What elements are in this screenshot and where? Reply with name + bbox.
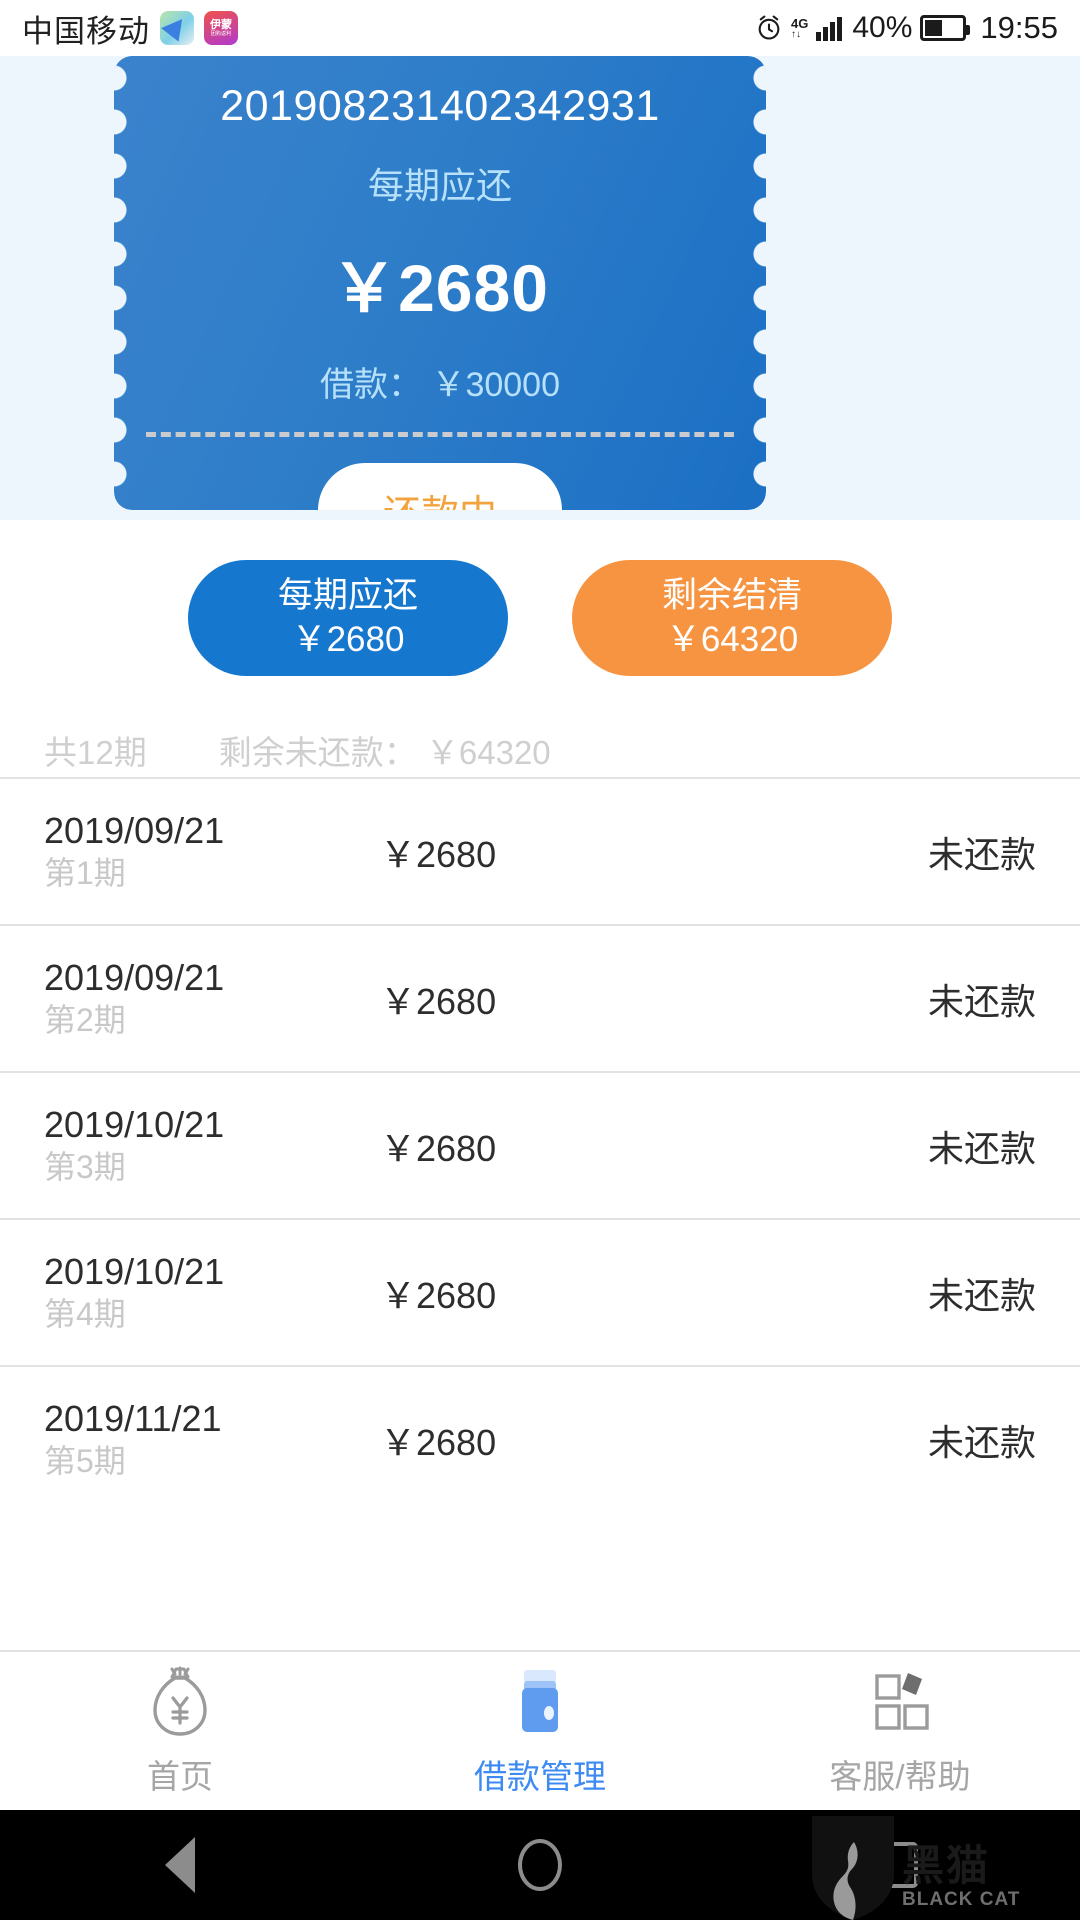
battery-icon	[920, 15, 971, 41]
table-row[interactable]: 2019/11/21 第5期 ￥2680 未还款	[0, 1365, 1080, 1512]
coupon-app-icon-bottom: 团购返利	[210, 30, 232, 37]
home-button[interactable]	[480, 1810, 600, 1920]
installment-period: 第1期	[44, 855, 126, 892]
network-type-label: 4G	[791, 15, 809, 31]
installment-date-cell: 2019/09/21 第1期	[0, 808, 380, 895]
tab-home-label: 首页	[147, 1758, 213, 1795]
tab-support-help[interactable]: 客服/帮助	[720, 1664, 1080, 1798]
coupon-app-icon: 伊蒙 团购返利	[204, 11, 238, 45]
bottom-tab-bar: 首页 借款管理 客服/帮助	[0, 1650, 1080, 1810]
installment-date-cell: 2019/09/21 第2期	[0, 955, 380, 1042]
map-app-icon	[160, 11, 194, 45]
installment-date: 2019/10/21	[44, 1251, 225, 1293]
grid-squares-icon	[875, 1673, 929, 1730]
settle-remaining-pill-label: 剩余结清	[661, 576, 802, 616]
coupon-app-icon-top: 伊蒙	[210, 18, 232, 31]
installment-date-cell: 2019/10/21 第3期	[0, 1102, 380, 1189]
installment-date: 2019/09/21	[44, 810, 225, 852]
installment-date: 2019/10/21	[44, 1104, 225, 1146]
summary-row: 共12期 剩余未还款： ￥64320	[0, 722, 1080, 777]
remaining-unpaid-label: 剩余未还款： ￥64320	[218, 733, 551, 771]
per-period-pill-label: 每期应还	[277, 576, 418, 616]
installment-amount: ￥2680	[380, 833, 497, 875]
installment-list: 2019/09/21 第1期 ￥2680 未还款 2019/09/21 第2期 …	[0, 777, 1080, 1512]
status-bar-left: 中国移动 伊蒙 团购返利	[22, 6, 238, 51]
tab-home[interactable]: 首页	[0, 1664, 360, 1798]
action-pill-row: 每期应还 ￥2680 剩余结清 ￥64320	[0, 560, 1080, 686]
ticket-card-background: 201908231402342931 每期应还 ￥2680 借款： ￥30000…	[0, 56, 1080, 557]
back-triangle-icon	[165, 1837, 195, 1893]
settle-remaining-pill-value: ￥64320	[665, 620, 799, 659]
installment-amount: ￥2680	[380, 980, 497, 1022]
clock-label: 19:55	[980, 10, 1058, 45]
tab-loan-management[interactable]: 借款管理	[360, 1664, 720, 1798]
installment-status: 未还款	[927, 1421, 1036, 1463]
back-button[interactable]	[120, 1810, 240, 1920]
installment-period: 第3期	[44, 1149, 126, 1186]
recents-square-icon	[882, 1842, 918, 1888]
installment-amount: ￥2680	[380, 1274, 497, 1316]
table-row[interactable]: 2019/10/21 第3期 ￥2680 未还款	[0, 1071, 1080, 1218]
installment-period: 第5期	[44, 1443, 126, 1480]
installment-status: 未还款	[927, 1127, 1036, 1169]
table-row[interactable]: 2019/09/21 第2期 ￥2680 未还款	[0, 924, 1080, 1071]
money-bag-icon	[153, 1666, 207, 1736]
installment-amount: ￥2680	[380, 1127, 497, 1169]
order-number: 201908231402342931	[220, 82, 660, 130]
installment-period: 第4期	[44, 1296, 126, 1333]
table-row[interactable]: 2019/09/21 第1期 ￥2680 未还款	[0, 777, 1080, 924]
carrier-label: 中国移动	[22, 13, 150, 49]
network-arrows-icon: ↑↓	[791, 28, 802, 40]
installment-date-cell: 2019/10/21 第4期	[0, 1249, 380, 1336]
per-period-label: 每期应还	[367, 165, 512, 206]
recents-button[interactable]	[840, 1810, 960, 1920]
table-row[interactable]: 2019/10/21 第4期 ￥2680 未还款	[0, 1218, 1080, 1365]
per-period-pill-value: ￥2680	[291, 620, 405, 659]
status-bar: 中国移动 伊蒙 团购返利 4G ↑↓ 40% 19:55	[0, 0, 1080, 56]
wallet-icon	[522, 1670, 558, 1732]
battery-percent-label: 40%	[852, 11, 913, 44]
total-periods-label: 共12期	[44, 733, 147, 771]
installment-date: 2019/11/21	[44, 1398, 222, 1440]
installment-date-cell: 2019/11/21 第5期	[0, 1396, 380, 1483]
installment-status: 未还款	[927, 980, 1036, 1022]
tab-loan-management-label: 借款管理	[474, 1758, 606, 1795]
loan-ticket-card: 201908231402342931 每期应还 ￥2680 借款： ￥30000…	[114, 56, 766, 557]
network-type-icon: 4G ↑↓	[791, 17, 808, 40]
installment-period: 第2期	[44, 1002, 126, 1039]
android-nav-bar	[0, 1810, 1080, 1920]
installment-amount: ￥2680	[380, 1421, 497, 1463]
tab-support-help-label: 客服/帮助	[829, 1758, 971, 1795]
phone-screen: 中国移动 伊蒙 团购返利 4G ↑↓ 40% 19:55 20190823140…	[0, 0, 1080, 1920]
home-circle-icon	[518, 1839, 562, 1891]
alarm-clock-icon	[758, 15, 780, 40]
per-period-pill-button[interactable]: 每期应还 ￥2680	[188, 560, 508, 676]
loan-amount-line: 借款： ￥30000	[320, 366, 560, 404]
installment-date: 2019/09/21	[44, 957, 225, 999]
signal-bars-icon	[816, 15, 843, 41]
settle-remaining-pill-button[interactable]: 剩余结清 ￥64320	[572, 560, 892, 676]
per-period-amount: ￥2680	[331, 251, 549, 325]
ticket-divider	[146, 432, 734, 437]
installment-status: 未还款	[927, 1274, 1036, 1316]
status-bar-right: 4G ↑↓ 40% 19:55	[755, 10, 1058, 46]
repayment-status-button[interactable]: 还款中	[318, 463, 562, 557]
installment-status: 未还款	[927, 833, 1036, 875]
